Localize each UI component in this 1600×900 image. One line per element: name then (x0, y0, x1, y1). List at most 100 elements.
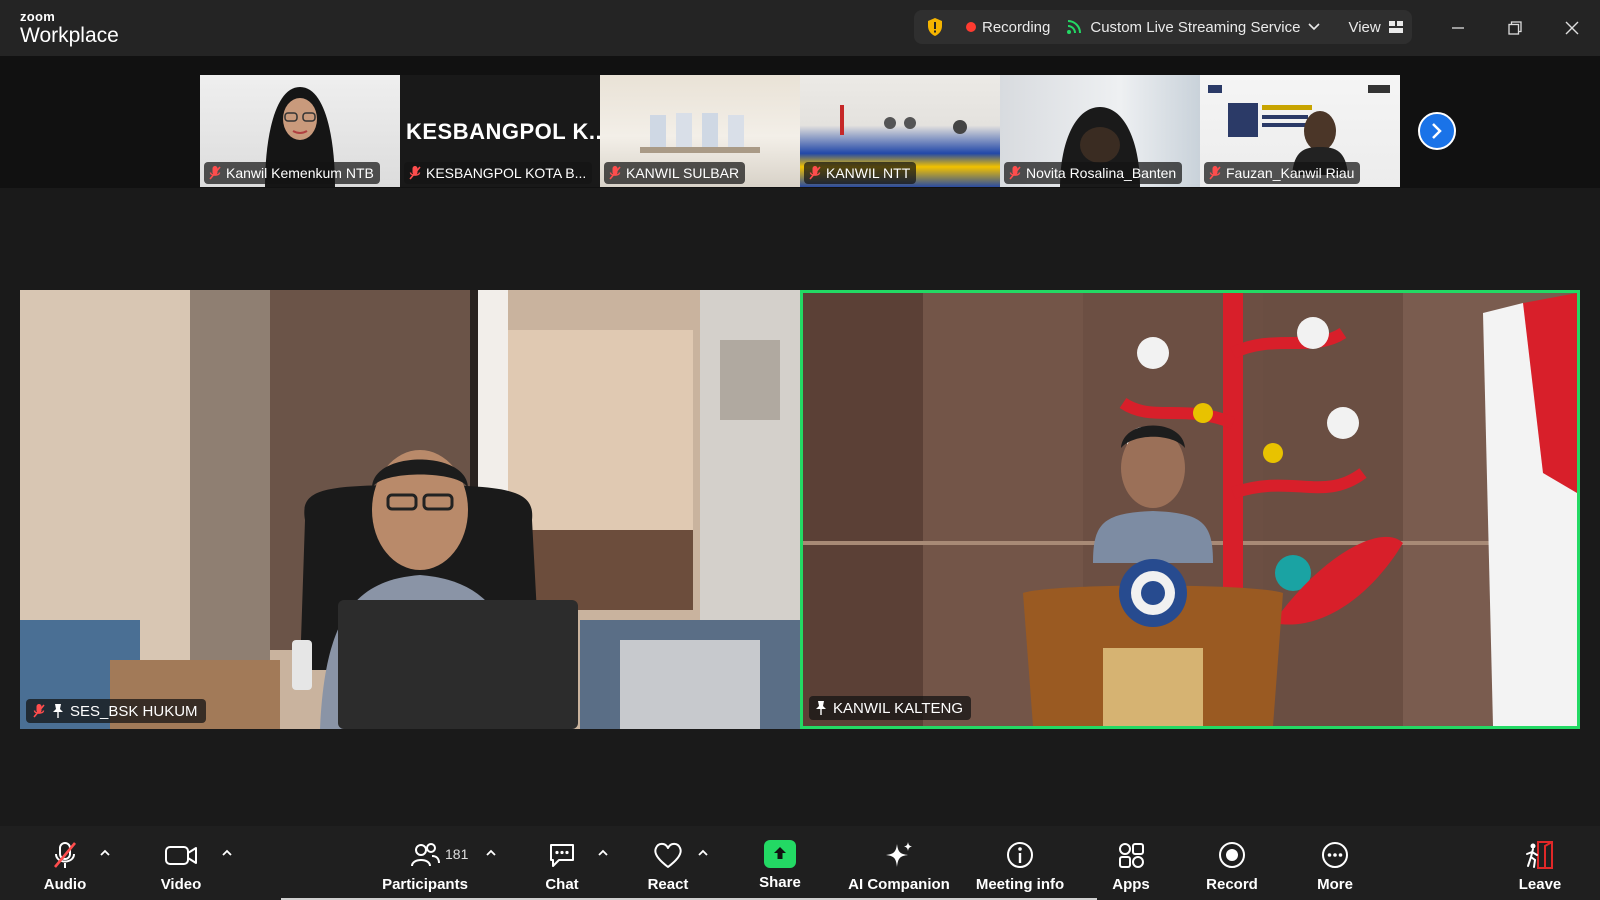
participant-video-tile[interactable]: SES_BSK HUKUM (20, 290, 800, 729)
restore-icon (1507, 21, 1522, 35)
title-bar: zoom Workplace Recording Custom Live Str… (0, 0, 1600, 56)
apps-button[interactable]: Apps (1106, 826, 1156, 900)
chat-options-caret-icon[interactable] (596, 846, 610, 860)
close-button[interactable] (1543, 0, 1600, 56)
ai-companion-button[interactable]: AI Companion (848, 826, 950, 900)
leave-button[interactable]: Leave (1518, 826, 1562, 900)
recording-status[interactable]: Recording (982, 19, 1050, 36)
participant-thumbnail[interactable]: Novita Rosalina_Banten (1000, 75, 1200, 187)
record-button[interactable]: Record (1204, 826, 1260, 900)
participant-name-label: KANWIL KALTENG (809, 696, 972, 720)
heart-icon (654, 842, 682, 868)
live-streaming-status[interactable]: Custom Live Streaming Service (1090, 19, 1300, 36)
participants-options-caret-icon[interactable] (484, 846, 498, 860)
participant-gallery-strip: Kanwil Kemenkum NTB KESBANGPOL K... KESB… (0, 56, 1600, 188)
meeting-table-scene (840, 105, 967, 135)
audio-label: Audio (43, 876, 87, 893)
participant-thumbnail[interactable]: KANWIL NTT (800, 75, 1000, 187)
audio-options-caret-icon[interactable] (98, 846, 112, 860)
participant-thumbnail[interactable]: Fauzan_Kanwil Riau (1200, 75, 1400, 187)
chat-bubble-icon (550, 844, 574, 867)
video-button[interactable]: Video (160, 826, 202, 900)
record-icon (1219, 842, 1245, 868)
share-screen-icon (764, 840, 796, 868)
participant-name-label: Kanwil Kemenkum NTB (204, 162, 380, 184)
ai-companion-label: AI Companion (848, 876, 950, 893)
chat-button[interactable]: Chat (540, 826, 584, 900)
more-dots-icon (1322, 842, 1348, 868)
participant-name: KANWIL SULBAR (626, 165, 740, 181)
close-icon (1565, 21, 1578, 35)
room-scene (640, 113, 760, 153)
participants-button[interactable]: Participants (382, 826, 468, 900)
meeting-info-label: Meeting info (975, 876, 1065, 893)
meeting-status-bar: Recording Custom Live Streaming Service … (914, 10, 1412, 44)
react-options-caret-icon[interactable] (696, 846, 710, 860)
meeting-toolbar: Audio Video Participants 181 Chat React … (0, 826, 1600, 900)
mic-muted-icon (1209, 166, 1221, 180)
more-button[interactable]: More (1312, 826, 1358, 900)
participants-icon (411, 843, 440, 867)
recording-dot-icon (966, 22, 976, 32)
participant-name: Kanwil Kemenkum NTB (226, 165, 374, 181)
participant-thumbnail[interactable]: KANWIL SULBAR (600, 75, 800, 187)
view-button[interactable]: View (1348, 18, 1403, 36)
mic-muted-icon (809, 166, 821, 180)
restore-button[interactable] (1486, 0, 1543, 56)
grid-view-icon (1388, 21, 1403, 33)
video-camera-icon (165, 846, 197, 865)
participant-name: KANWIL NTT (826, 165, 911, 181)
apps-icon (1119, 843, 1144, 868)
chevron-down-icon[interactable] (1308, 23, 1321, 31)
shield-icon[interactable] (926, 17, 944, 37)
participant-name: KESBANGPOL KOTA B... (426, 165, 587, 181)
active-speaker-video-tile[interactable]: KANWIL KALTENG (800, 290, 1580, 729)
more-label: More (1317, 876, 1353, 893)
video-options-caret-icon[interactable] (220, 846, 234, 860)
pin-icon (53, 704, 63, 718)
participant-name-label: KANWIL NTT (804, 162, 917, 184)
participant-display-name: KESBANGPOL K... (406, 119, 600, 144)
participant-thumbnail[interactable]: Kanwil Kemenkum NTB (200, 75, 400, 187)
participant-name: Novita Rosalina_Banten (1026, 165, 1177, 181)
podium-scene (803, 293, 1577, 726)
minimize-button[interactable] (1429, 0, 1486, 56)
apps-label: Apps (1112, 876, 1150, 893)
mic-muted-icon (54, 842, 76, 868)
gallery-next-button[interactable] (1418, 112, 1456, 150)
mic-muted-icon (33, 704, 45, 718)
audio-button[interactable]: Audio (42, 826, 88, 900)
react-button[interactable]: React (644, 826, 692, 900)
window-controls (1429, 0, 1600, 56)
minimize-icon (1451, 27, 1464, 29)
chevron-right-icon (1432, 123, 1442, 139)
mic-muted-icon (1009, 166, 1021, 180)
meeting-info-button[interactable]: Meeting info (970, 826, 1070, 900)
participants-label: Participants (382, 876, 468, 893)
react-label: React (647, 876, 689, 893)
leave-label: Leave (1518, 876, 1562, 893)
brand-name-text: Workplace (20, 24, 119, 47)
mic-muted-icon (209, 166, 221, 180)
info-icon (1007, 842, 1033, 868)
chat-label: Chat (545, 876, 579, 893)
record-label: Record (1206, 876, 1258, 893)
share-button[interactable]: Share (756, 826, 804, 900)
pin-icon (816, 701, 826, 715)
leave-door-icon (1526, 841, 1553, 869)
participant-name: SES_BSK HUKUM (70, 702, 198, 720)
mic-muted-icon (609, 166, 621, 180)
participant-thumbnail[interactable]: KESBANGPOL K... KESBANGPOL KOTA B... (400, 75, 600, 187)
arrow-up-icon (774, 847, 786, 859)
share-label: Share (759, 874, 801, 891)
brand-small-text: zoom (20, 9, 56, 24)
participant-name-label: SES_BSK HUKUM (26, 699, 206, 723)
participants-count: 181 (445, 846, 469, 862)
live-stream-icon (1067, 20, 1082, 34)
participant-name: KANWIL KALTENG (833, 699, 964, 717)
participant-name: Fauzan_Kanwil Riau (1226, 165, 1355, 181)
office-scene (20, 290, 800, 729)
participant-name-label: KANWIL SULBAR (604, 162, 746, 184)
view-label: View (1348, 18, 1381, 36)
participant-name-label: KESBANGPOL KOTA B... (404, 162, 593, 184)
